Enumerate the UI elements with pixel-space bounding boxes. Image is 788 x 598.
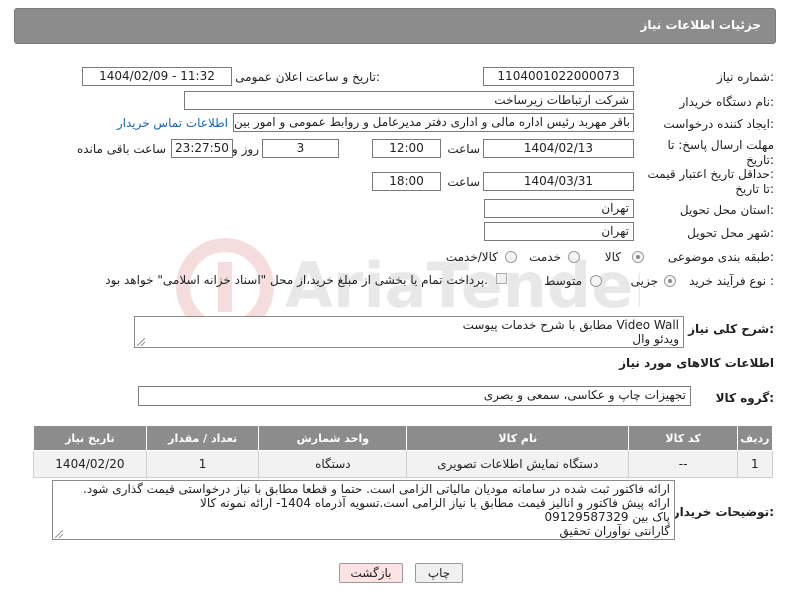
back-button[interactable]: بازگشت xyxy=(339,563,403,583)
buyer-org-label: نام دستگاه خریدار: xyxy=(679,95,775,109)
deadline-date-field: 1404/02/13 xyxy=(483,139,634,158)
days-field: 3 xyxy=(262,139,339,158)
print-button[interactable]: چاپ xyxy=(415,563,463,583)
validity-date-field: 1404/03/31 xyxy=(483,172,634,191)
remaining-label: ساعت باقی مانده xyxy=(76,142,166,156)
goods-group-label: گروه کالا: xyxy=(715,391,774,405)
buyer-notes-line-3: پاک بین 09129587329 xyxy=(544,510,670,524)
item-name-cell: دستگاه نمایش اطلاعات تصویری xyxy=(406,450,630,478)
day-and-label: روز و xyxy=(232,142,259,156)
deadline-time-label: ساعت xyxy=(447,142,480,156)
process-option-minor: جزیی xyxy=(630,274,658,288)
category-option-goods-service: کالا/خدمت xyxy=(445,250,498,264)
process-radio-minor[interactable] xyxy=(664,275,676,287)
goods-table: ردیف کد کالا نام کالا واحد شمارش تعداد /… xyxy=(33,425,774,478)
validity-time-field: 18:00 xyxy=(372,172,441,191)
process-option-medium: متوسط xyxy=(544,274,582,288)
description-label: شرح کلی نیاز: xyxy=(688,322,774,336)
deadline-time-field: 12:00 xyxy=(372,139,441,158)
treasury-note: پرداخت تمام یا بخشی از مبلغ خرید،از محل … xyxy=(105,273,488,287)
province-label: استان محل تحویل: xyxy=(679,203,774,217)
creator-field: باقر مهربد رئیس اداره مالی و اداری دفتر … xyxy=(233,113,634,132)
quantity-cell: 1 xyxy=(145,450,260,478)
category-radio-service[interactable] xyxy=(568,251,580,263)
category-label: طبقه بندی موضوعی: xyxy=(667,250,774,264)
table-row: 1 -- دستگاه نمایش اطلاعات تصویری دستگاه … xyxy=(33,450,774,478)
announce-label: تاریخ و ساعت اعلان عمومی: xyxy=(235,70,380,84)
page-header: جزئیات اطلاعات نیاز xyxy=(14,8,776,44)
row-number-cell: 1 xyxy=(736,450,774,478)
creator-label: ایجاد کننده درخواست: xyxy=(663,117,774,131)
need-number-label: شماره نیاز: xyxy=(716,70,774,84)
need-number-field: 1104001022000073 xyxy=(483,67,634,86)
city-field: تهران xyxy=(484,222,634,241)
validity-label-line2: تا تاریخ: xyxy=(735,182,774,196)
goods-section-title: اطلاعات کالاهای مورد نیاز xyxy=(619,356,774,370)
category-radio-goods[interactable] xyxy=(632,251,644,263)
deadline-label-line2: تاریخ: xyxy=(746,153,774,167)
need-date-cell: 1404/02/20 xyxy=(33,450,147,478)
col-name-header: نام کالا xyxy=(406,425,630,451)
goods-table-header: ردیف کد کالا نام کالا واحد شمارش تعداد /… xyxy=(33,425,774,451)
description-line-2: ویدئو وال xyxy=(632,332,679,346)
buyer-contact-link[interactable]: اطلاعات تماس خریدار xyxy=(117,116,228,130)
buyer-org-field: شرکت ارتباطات زیرساخت xyxy=(184,91,634,110)
buyer-notes-label: توضیحات خریدار: xyxy=(672,505,774,519)
category-option-goods: کالا xyxy=(604,250,621,264)
buyer-notes-textarea[interactable]: ارائه فاکتور ثبت شده در سامانه مودیان ما… xyxy=(52,480,675,540)
unit-cell: دستگاه xyxy=(258,450,408,478)
buyer-notes-line-1: ارائه فاکتور ثبت شده در سامانه مودیان ما… xyxy=(83,482,670,496)
announce-datetime-field: 1404/02/09 - 11:32 xyxy=(82,67,232,86)
validity-time-label: ساعت xyxy=(447,175,480,189)
description-textarea[interactable]: Video Wall مطابق با شرح خدمات پیوست ویدئ… xyxy=(134,316,684,348)
col-unit-header: واحد شمارش xyxy=(258,425,408,451)
category-radio-goods-service[interactable] xyxy=(505,251,517,263)
resize-grip-icon[interactable] xyxy=(137,338,145,346)
process-label: نوع فرآیند خرید : xyxy=(689,274,774,288)
category-option-service: خدمت xyxy=(529,250,561,264)
resize-grip-icon[interactable] xyxy=(55,530,63,538)
remaining-time-field: 23:27:50 xyxy=(171,139,233,158)
description-line-1: Video Wall مطابق با شرح خدمات پیوست xyxy=(462,318,679,332)
deadline-label-line1: مهلت ارسال پاسخ: تا xyxy=(667,138,774,152)
col-qty-header: تعداد / مقدار xyxy=(145,425,260,451)
process-radio-medium[interactable] xyxy=(590,275,602,287)
page-title: جزئیات اطلاعات نیاز xyxy=(640,18,761,32)
validity-label-line1: حداقل تاریخ اعتبار قیمت: xyxy=(647,167,774,181)
treasury-checkbox[interactable] xyxy=(496,273,507,284)
item-code-cell: -- xyxy=(628,450,738,478)
buyer-notes-line-2: ارائه پیش فاکتور و انالیز قیمت مطابق با … xyxy=(199,496,670,510)
province-field: تهران xyxy=(484,199,634,218)
goods-group-field: تجهیزات چاپ و عکاسی، سمعی و بصری xyxy=(138,386,691,406)
buyer-notes-line-4: گارانتی نوآوران تحقیق xyxy=(559,524,670,538)
col-date-header: تاریخ نیاز xyxy=(33,425,147,451)
city-label: شهر محل تحویل: xyxy=(687,226,774,240)
col-code-header: کد کالا xyxy=(628,425,738,451)
col-row-header: ردیف xyxy=(736,425,774,451)
